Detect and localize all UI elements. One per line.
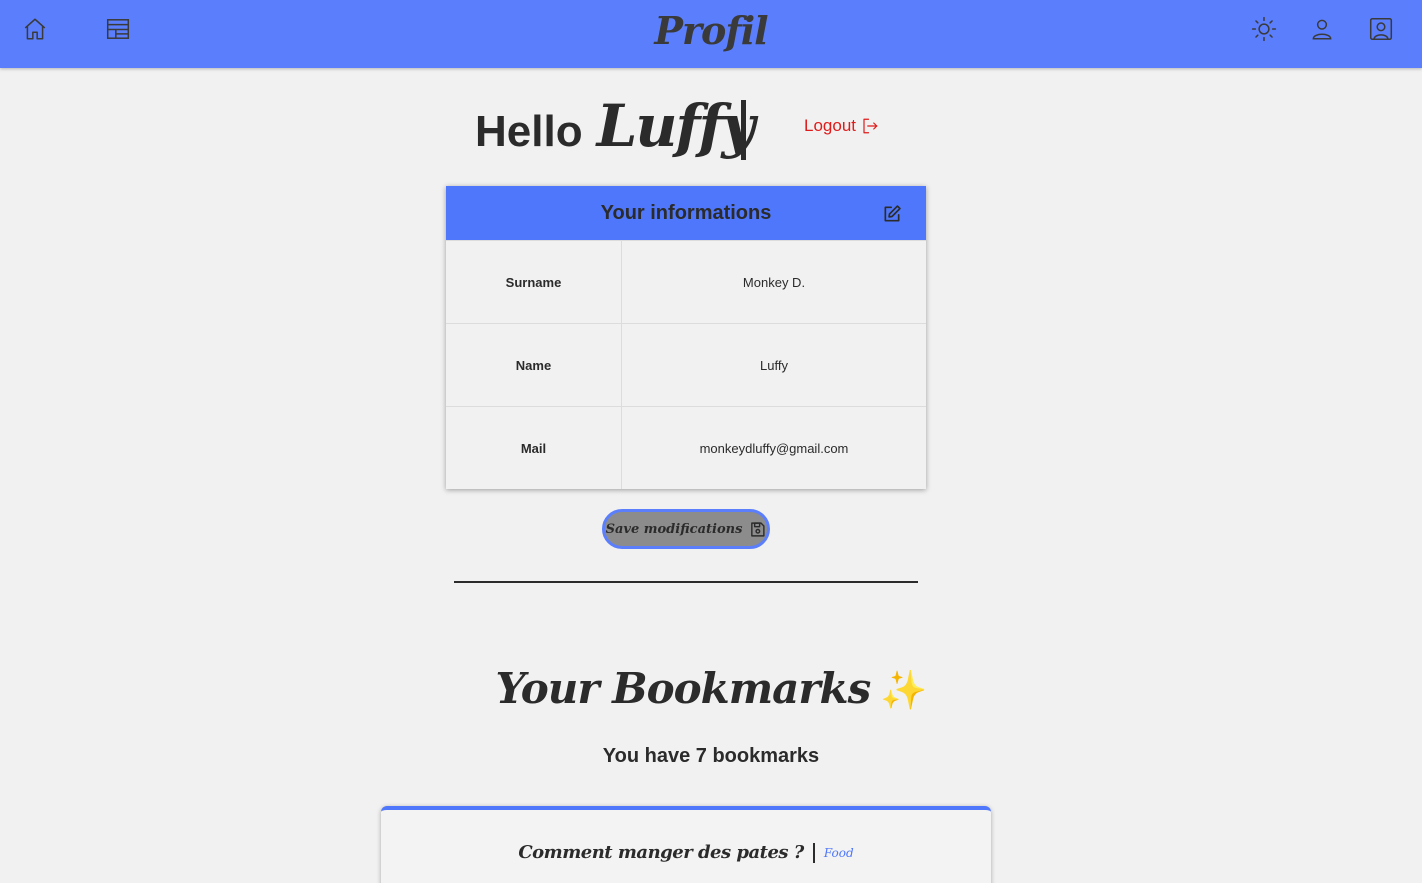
info-row-name: Name Luffy: [446, 323, 926, 406]
floppy-disk-icon: [751, 521, 765, 537]
sun-icon[interactable]: [1250, 15, 1278, 43]
info-value[interactable]: monkeydluffy@gmail.com: [622, 407, 926, 489]
info-row-surname: Surname Monkey D.: [446, 240, 926, 323]
section-divider: [454, 581, 918, 583]
bookmark-separator: [812, 842, 815, 863]
typing-caret: [741, 100, 746, 160]
info-label: Mail: [446, 407, 622, 489]
bookmarks-count: You have 7 bookmarks: [602, 745, 820, 767]
greeting: Hello Luffy: [475, 92, 756, 162]
greeting-hello: Hello: [475, 107, 583, 156]
logout-icon: [863, 118, 878, 134]
user-icon[interactable]: [1308, 15, 1336, 43]
bookmark-title[interactable]: Comment manger des pates ?: [518, 842, 804, 863]
info-label: Name: [446, 324, 622, 406]
edit-icon[interactable]: [882, 204, 902, 224]
logout-label: Logout: [804, 116, 856, 135]
info-card: Your informations Surname Monkey D. Name…: [446, 186, 926, 489]
bookmark-card[interactable]: Comment manger des pates ? Food: [381, 806, 991, 883]
info-value[interactable]: Luffy: [622, 324, 926, 406]
bookmark-title-line: Comment manger des pates ? Food: [381, 842, 991, 863]
info-card-title: Your informations: [600, 201, 772, 224]
page-title: Profil: [654, 8, 768, 53]
save-button[interactable]: Save modifications: [602, 509, 770, 549]
greeting-name: Luffy: [596, 92, 756, 160]
top-navbar: Profil: [0, 0, 1422, 68]
save-button-label: Save modifications: [605, 521, 743, 537]
bookmark-tag[interactable]: Food: [824, 846, 854, 860]
sparkles-icon: ✨: [880, 667, 927, 712]
logout-button[interactable]: Logout: [804, 116, 879, 136]
bookmarks-title: Your Bookmarks ✨: [0, 664, 1422, 713]
user-square-icon[interactable]: [1367, 15, 1395, 43]
info-row-mail: Mail monkeydluffy@gmail.com: [446, 406, 926, 489]
info-card-header: Your informations: [446, 186, 926, 240]
info-label: Surname: [446, 241, 622, 323]
info-value[interactable]: Monkey D.: [622, 241, 926, 323]
bookmarks-title-text: Your Bookmarks: [495, 664, 871, 713]
